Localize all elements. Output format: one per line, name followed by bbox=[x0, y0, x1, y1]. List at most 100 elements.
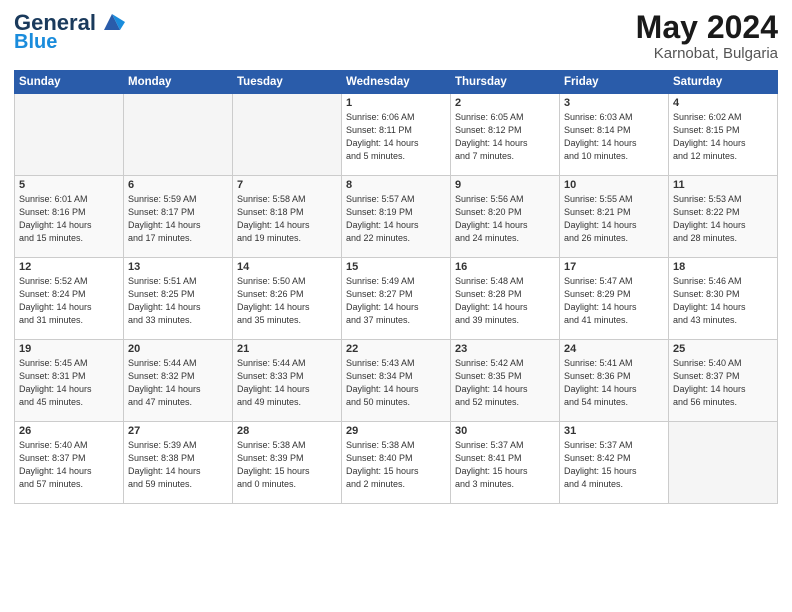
day-info: Sunrise: 5:49 AM Sunset: 8:27 PM Dayligh… bbox=[346, 275, 446, 327]
day-number: 2 bbox=[455, 97, 555, 109]
day-info: Sunrise: 6:01 AM Sunset: 8:16 PM Dayligh… bbox=[19, 193, 119, 245]
day-info: Sunrise: 5:37 AM Sunset: 8:41 PM Dayligh… bbox=[455, 439, 555, 491]
day-cell-0-2 bbox=[233, 94, 342, 176]
day-cell-1-2: 7 Sunrise: 5:58 AM Sunset: 8:18 PM Daylig… bbox=[233, 176, 342, 258]
day-info: Sunrise: 5:51 AM Sunset: 8:25 PM Dayligh… bbox=[128, 275, 228, 327]
day-info: Sunrise: 5:40 AM Sunset: 8:37 PM Dayligh… bbox=[19, 439, 119, 491]
day-info: Sunrise: 5:53 AM Sunset: 8:22 PM Dayligh… bbox=[673, 193, 773, 245]
day-cell-4-4: 30 Sunrise: 5:37 AM Sunset: 8:41 PM Dayli… bbox=[451, 422, 560, 504]
calendar-header-row: Sunday Monday Tuesday Wednesday Thursday… bbox=[15, 71, 778, 94]
day-cell-2-5: 17 Sunrise: 5:47 AM Sunset: 8:29 PM Dayli… bbox=[560, 258, 669, 340]
day-number: 3 bbox=[564, 97, 664, 109]
header-saturday: Saturday bbox=[669, 71, 778, 94]
day-info: Sunrise: 5:39 AM Sunset: 8:38 PM Dayligh… bbox=[128, 439, 228, 491]
day-cell-4-2: 28 Sunrise: 5:38 AM Sunset: 8:39 PM Dayli… bbox=[233, 422, 342, 504]
day-cell-3-2: 21 Sunrise: 5:44 AM Sunset: 8:33 PM Dayli… bbox=[233, 340, 342, 422]
day-info: Sunrise: 5:56 AM Sunset: 8:20 PM Dayligh… bbox=[455, 193, 555, 245]
day-cell-2-1: 13 Sunrise: 5:51 AM Sunset: 8:25 PM Dayli… bbox=[124, 258, 233, 340]
day-number: 30 bbox=[455, 425, 555, 437]
day-number: 13 bbox=[128, 261, 228, 273]
day-number: 21 bbox=[237, 343, 337, 355]
day-number: 26 bbox=[19, 425, 119, 437]
day-number: 19 bbox=[19, 343, 119, 355]
week-row-4: 19 Sunrise: 5:45 AM Sunset: 8:31 PM Dayli… bbox=[15, 340, 778, 422]
day-info: Sunrise: 5:38 AM Sunset: 8:40 PM Dayligh… bbox=[346, 439, 446, 491]
day-number: 12 bbox=[19, 261, 119, 273]
day-cell-3-3: 22Sunrise: 5:43 AM Sunset: 8:34 PM Dayli… bbox=[342, 340, 451, 422]
day-cell-0-0 bbox=[15, 94, 124, 176]
day-info: Sunrise: 6:03 AM Sunset: 8:14 PM Dayligh… bbox=[564, 111, 664, 163]
day-cell-0-6: 4 Sunrise: 6:02 AM Sunset: 8:15 PM Daylig… bbox=[669, 94, 778, 176]
day-cell-2-2: 14Sunrise: 5:50 AM Sunset: 8:26 PM Dayli… bbox=[233, 258, 342, 340]
day-info: Sunrise: 5:58 AM Sunset: 8:18 PM Dayligh… bbox=[237, 193, 337, 245]
day-cell-1-3: 8 Sunrise: 5:57 AM Sunset: 8:19 PM Daylig… bbox=[342, 176, 451, 258]
day-cell-4-1: 27 Sunrise: 5:39 AM Sunset: 8:38 PM Dayli… bbox=[124, 422, 233, 504]
day-info: Sunrise: 5:55 AM Sunset: 8:21 PM Dayligh… bbox=[564, 193, 664, 245]
day-number: 8 bbox=[346, 179, 446, 191]
day-cell-3-1: 20 Sunrise: 5:44 AM Sunset: 8:32 PM Dayli… bbox=[124, 340, 233, 422]
day-number: 7 bbox=[237, 179, 337, 191]
day-cell-4-3: 29 Sunrise: 5:38 AM Sunset: 8:40 PM Dayli… bbox=[342, 422, 451, 504]
day-number: 6 bbox=[128, 179, 228, 191]
day-number: 25 bbox=[673, 343, 773, 355]
day-number: 23 bbox=[455, 343, 555, 355]
day-cell-0-1 bbox=[124, 94, 233, 176]
header-sunday: Sunday bbox=[15, 71, 124, 94]
header-tuesday: Tuesday bbox=[233, 71, 342, 94]
day-cell-1-4: 9Sunrise: 5:56 AM Sunset: 8:20 PM Daylig… bbox=[451, 176, 560, 258]
day-cell-1-1: 6Sunrise: 5:59 AM Sunset: 8:17 PM Daylig… bbox=[124, 176, 233, 258]
day-cell-0-5: 3 Sunrise: 6:03 AM Sunset: 8:14 PM Daylig… bbox=[560, 94, 669, 176]
month-year-title: May 2024 bbox=[636, 10, 778, 45]
day-cell-3-6: 25Sunrise: 5:40 AM Sunset: 8:37 PM Dayli… bbox=[669, 340, 778, 422]
day-info: Sunrise: 5:37 AM Sunset: 8:42 PM Dayligh… bbox=[564, 439, 664, 491]
day-info: Sunrise: 5:38 AM Sunset: 8:39 PM Dayligh… bbox=[237, 439, 337, 491]
day-cell-3-4: 23Sunrise: 5:42 AM Sunset: 8:35 PM Dayli… bbox=[451, 340, 560, 422]
logo: General Blue bbox=[14, 10, 125, 52]
day-info: Sunrise: 5:43 AM Sunset: 8:34 PM Dayligh… bbox=[346, 357, 446, 409]
day-info: Sunrise: 5:46 AM Sunset: 8:30 PM Dayligh… bbox=[673, 275, 773, 327]
week-row-1: 1Sunrise: 6:06 AM Sunset: 8:11 PM Daylig… bbox=[15, 94, 778, 176]
day-info: Sunrise: 5:52 AM Sunset: 8:24 PM Dayligh… bbox=[19, 275, 119, 327]
day-number: 4 bbox=[673, 97, 773, 109]
header-thursday: Thursday bbox=[451, 71, 560, 94]
week-row-2: 5 Sunrise: 6:01 AM Sunset: 8:16 PM Daylig… bbox=[15, 176, 778, 258]
day-number: 17 bbox=[564, 261, 664, 273]
title-block: May 2024 Karnobat, Bulgaria bbox=[636, 10, 778, 62]
day-number: 28 bbox=[237, 425, 337, 437]
day-info: Sunrise: 5:47 AM Sunset: 8:29 PM Dayligh… bbox=[564, 275, 664, 327]
day-number: 29 bbox=[346, 425, 446, 437]
day-info: Sunrise: 6:06 AM Sunset: 8:11 PM Dayligh… bbox=[346, 111, 446, 163]
calendar-table: Sunday Monday Tuesday Wednesday Thursday… bbox=[14, 70, 778, 504]
day-info: Sunrise: 5:57 AM Sunset: 8:19 PM Dayligh… bbox=[346, 193, 446, 245]
day-cell-4-0: 26 Sunrise: 5:40 AM Sunset: 8:37 PM Dayli… bbox=[15, 422, 124, 504]
header-monday: Monday bbox=[124, 71, 233, 94]
day-info: Sunrise: 5:44 AM Sunset: 8:33 PM Dayligh… bbox=[237, 357, 337, 409]
day-cell-2-4: 16Sunrise: 5:48 AM Sunset: 8:28 PM Dayli… bbox=[451, 258, 560, 340]
day-number: 16 bbox=[455, 261, 555, 273]
day-info: Sunrise: 6:02 AM Sunset: 8:15 PM Dayligh… bbox=[673, 111, 773, 163]
header-wednesday: Wednesday bbox=[342, 71, 451, 94]
day-cell-3-5: 24Sunrise: 5:41 AM Sunset: 8:36 PM Dayli… bbox=[560, 340, 669, 422]
week-row-5: 26 Sunrise: 5:40 AM Sunset: 8:37 PM Dayli… bbox=[15, 422, 778, 504]
day-number: 15 bbox=[346, 261, 446, 273]
day-cell-1-5: 10 Sunrise: 5:55 AM Sunset: 8:21 PM Dayli… bbox=[560, 176, 669, 258]
day-number: 14 bbox=[237, 261, 337, 273]
day-info: Sunrise: 5:45 AM Sunset: 8:31 PM Dayligh… bbox=[19, 357, 119, 409]
day-cell-4-6 bbox=[669, 422, 778, 504]
day-number: 10 bbox=[564, 179, 664, 191]
header-friday: Friday bbox=[560, 71, 669, 94]
day-number: 5 bbox=[19, 179, 119, 191]
logo-icon bbox=[99, 10, 125, 36]
day-number: 31 bbox=[564, 425, 664, 437]
day-cell-2-3: 15 Sunrise: 5:49 AM Sunset: 8:27 PM Dayli… bbox=[342, 258, 451, 340]
day-cell-4-5: 31 Sunrise: 5:37 AM Sunset: 8:42 PM Dayli… bbox=[560, 422, 669, 504]
day-cell-0-3: 1Sunrise: 6:06 AM Sunset: 8:11 PM Daylig… bbox=[342, 94, 451, 176]
header: General Blue May 2024 Karnobat, Bulgaria bbox=[14, 10, 778, 62]
day-number: 18 bbox=[673, 261, 773, 273]
logo-blue: Blue bbox=[14, 32, 57, 52]
day-cell-1-0: 5 Sunrise: 6:01 AM Sunset: 8:16 PM Daylig… bbox=[15, 176, 124, 258]
day-number: 20 bbox=[128, 343, 228, 355]
day-number: 27 bbox=[128, 425, 228, 437]
day-info: Sunrise: 5:44 AM Sunset: 8:32 PM Dayligh… bbox=[128, 357, 228, 409]
day-info: Sunrise: 5:41 AM Sunset: 8:36 PM Dayligh… bbox=[564, 357, 664, 409]
